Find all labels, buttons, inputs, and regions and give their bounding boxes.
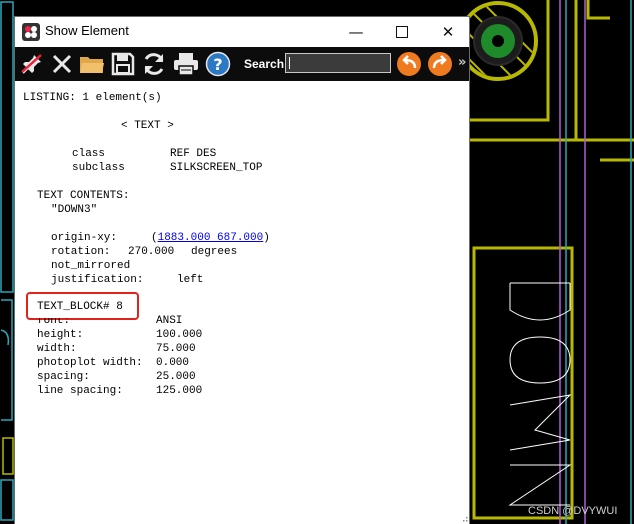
refresh-button[interactable] — [140, 50, 168, 78]
rotation-value: 270.000 — [128, 246, 175, 258]
title-bar[interactable]: Show Element — ✕ — [15, 17, 469, 47]
close-listing-button[interactable] — [48, 50, 76, 78]
height-label: height: — [37, 329, 84, 341]
width-value: 75.000 — [156, 343, 196, 355]
highlight-box — [26, 292, 139, 320]
maximize-icon — [396, 26, 408, 38]
listing-header: LISTING: 1 element(s) — [23, 92, 162, 104]
toolbar: ? Search: » — [15, 47, 469, 81]
refresh-icon — [144, 53, 164, 75]
search-prev-icon — [397, 52, 421, 76]
resize-grip-icon[interactable] — [462, 516, 468, 523]
photoplot-value: 0.000 — [156, 357, 190, 369]
font-value: ANSI — [156, 315, 183, 327]
search-next-button[interactable] — [426, 50, 454, 78]
search-label: Search: — [244, 57, 289, 71]
rotation-unit: degrees — [191, 246, 238, 258]
height-value: 100.000 — [156, 329, 203, 341]
class-label: class — [72, 148, 106, 160]
close-icon — [52, 54, 72, 74]
width-label: width: — [37, 343, 77, 355]
text-caret — [289, 57, 290, 69]
open-button[interactable] — [78, 50, 106, 78]
pin-icon — [21, 54, 42, 74]
maximize-button[interactable] — [379, 17, 425, 47]
minimize-button[interactable]: — — [333, 17, 379, 47]
origin-link[interactable]: 1883.000 687.000 — [158, 232, 264, 244]
window-title: Show Element — [45, 23, 129, 38]
save-icon — [111, 52, 135, 76]
save-button[interactable] — [109, 50, 137, 78]
line-spacing-label: line spacing: — [37, 385, 123, 397]
search-input[interactable] — [285, 53, 391, 73]
spacing-value: 25.000 — [156, 371, 196, 383]
folder-icon — [80, 57, 104, 73]
pin-button[interactable] — [18, 50, 46, 78]
print-icon — [174, 53, 198, 76]
spacing-label: spacing: — [37, 371, 90, 383]
close-window-button[interactable]: ✕ — [425, 17, 471, 47]
origin-label: origin-xy: — [51, 232, 118, 244]
mirror-status: not_mirrored — [51, 260, 131, 272]
justification-label: justification: — [51, 274, 144, 286]
origin-value: (1883.000 687.000) — [151, 232, 270, 244]
subclass-value: SILKSCREEN_TOP — [170, 162, 263, 174]
app-icon — [22, 23, 40, 41]
text-contents-label: TEXT CONTENTS: — [37, 190, 130, 202]
rotation-label: rotation: — [51, 246, 111, 258]
element-type: < TEXT > — [121, 120, 174, 132]
help-button[interactable]: ? — [204, 50, 232, 78]
show-element-window[interactable]: Show Element — ✕ ? Search: » LISTING: 1 … — [15, 17, 469, 524]
search-prev-button[interactable] — [395, 50, 423, 78]
line-spacing-value: 125.000 — [156, 385, 203, 397]
photoplot-label: photoplot width: — [37, 357, 143, 369]
svg-text:?: ? — [213, 55, 222, 74]
justification-value: left — [177, 274, 204, 286]
search-next-icon — [428, 52, 452, 76]
watermark: CSDN @DVYWUI — [528, 505, 618, 517]
listing-pane[interactable]: LISTING: 1 element(s) < TEXT > class REF… — [15, 81, 469, 524]
text-contents-value: "DOWN3" — [51, 204, 98, 216]
class-value: REF DES — [170, 148, 217, 160]
print-button[interactable] — [172, 50, 200, 78]
toolbar-overflow-button[interactable]: » — [458, 55, 466, 70]
help-icon: ? — [205, 51, 231, 77]
subclass-label: subclass — [72, 162, 125, 174]
